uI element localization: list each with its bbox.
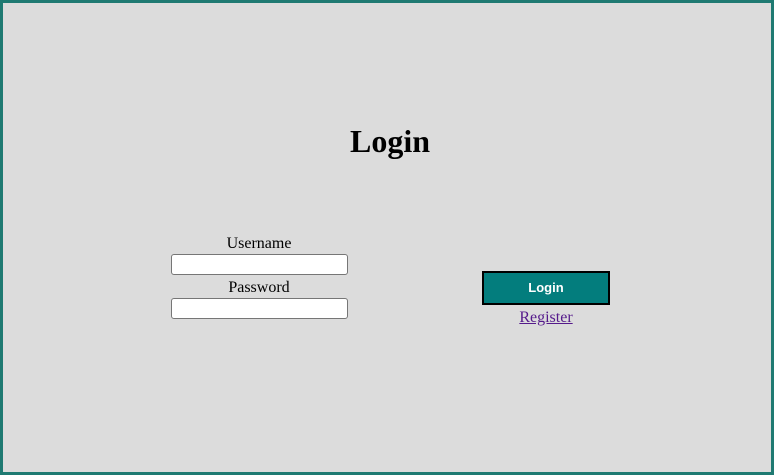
password-label: Password	[228, 279, 290, 296]
login-form: Username Password	[167, 234, 351, 319]
page-title: Login	[349, 123, 431, 159]
username-input[interactable]	[170, 254, 348, 275]
login-button[interactable]: Login	[482, 271, 610, 305]
register-link[interactable]: Register	[482, 308, 610, 328]
username-label: Username	[226, 235, 292, 252]
password-input[interactable]	[170, 298, 348, 319]
login-page: Login Username Password Login Register	[0, 0, 774, 475]
